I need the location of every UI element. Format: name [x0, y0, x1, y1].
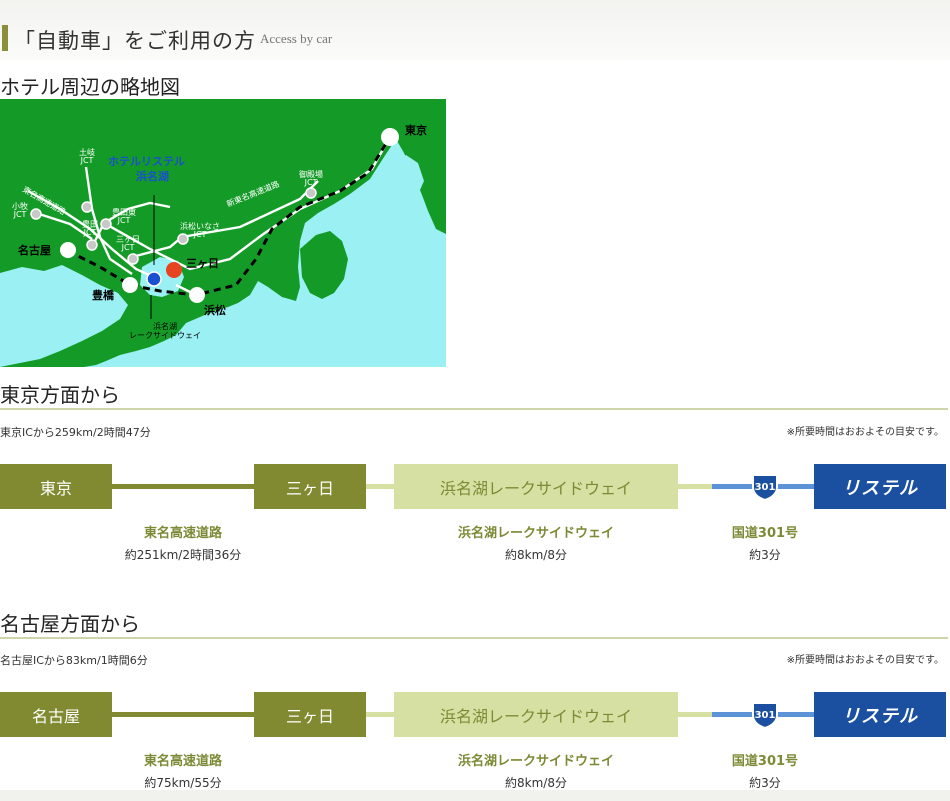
section-subtitle: Access by car — [260, 31, 333, 46]
route-seg2-detail: 約8km/8分 — [505, 548, 567, 562]
route-seg2-detail: 約8km/8分 — [505, 776, 567, 790]
map-label-lakeside-1: 浜名湖 — [153, 321, 177, 331]
route-301-number: 301 — [755, 710, 776, 721]
route-line-pale-2 — [678, 712, 712, 717]
area-map: 東京 名古屋 豊橋 浜松 三ヶ日 ホテルリステル 浜名湖 土岐 JCT 小牧 J… — [0, 99, 446, 367]
route-mid: 三ヶ日 — [254, 464, 366, 509]
route-seg2-name: 浜名湖レークサイドウェイ — [457, 526, 614, 541]
route-line-pale — [366, 712, 394, 717]
hotel-marker — [146, 271, 162, 287]
toyohashi-marker — [122, 277, 138, 293]
route-divider — [0, 637, 948, 639]
route-seg1: 東名高速道路 約75km/55分 — [88, 750, 278, 791]
map-label-nagoya: 名古屋 — [18, 243, 51, 257]
route-divider — [0, 408, 948, 410]
map-label-mikkabi: 三ヶ日 — [186, 257, 219, 270]
route-start: 東京 — [0, 464, 112, 509]
map-label-tokyo: 東京 — [405, 123, 427, 137]
route-seg1-name: 東名高速道路 — [143, 754, 222, 769]
route-dest: リステル — [814, 692, 946, 737]
route-seg2: 浜名湖レークサイドウェイ 約8km/8分 — [426, 750, 646, 791]
route-seg1-name: 東名高速道路 — [143, 526, 222, 541]
map-label-komaki-2: JCT — [13, 210, 27, 219]
route-lakeside: 浜名湖レークサイドウェイ — [394, 692, 678, 737]
route-seg1: 東名高速道路 約251km/2時間36分 — [88, 522, 278, 563]
route-seg3: 国道301号 約3分 — [705, 750, 825, 791]
map-label-toyota-2: JCT — [83, 228, 97, 237]
map-title: ホテル周辺の略地図 — [0, 75, 180, 99]
route-301-shield-icon: 301 — [752, 702, 778, 729]
route-total: 東京ICから259km/2時間47分 — [0, 426, 151, 439]
route-seg3-detail: 約3分 — [749, 548, 781, 562]
route-lakeside: 浜名湖レークサイドウェイ — [394, 464, 678, 509]
section-header: 「自動車」をご利用の方 Access by car — [0, 0, 950, 60]
route-301-number: 301 — [755, 482, 776, 493]
section-title: 「自動車」をご利用の方 — [14, 29, 256, 53]
map-label-inasa-2: JCT — [193, 230, 207, 239]
map-label-toki-2: JCT — [80, 156, 94, 165]
header-accent-bar — [2, 25, 8, 51]
route-seg3-name: 国道301号 — [731, 526, 799, 541]
route-seg3-name: 国道301号 — [731, 754, 799, 769]
map-label-hotel-1: ホテルリステル — [108, 155, 185, 168]
route-note: ※所要時間はおおよその目安です。 — [786, 655, 944, 666]
nagoya-marker — [60, 242, 76, 258]
tokyo-marker — [381, 128, 399, 146]
route-dest: リステル — [814, 464, 946, 509]
map-label-toyohashi: 豊橋 — [92, 288, 115, 302]
route-seg1-detail: 約75km/55分 — [144, 776, 222, 790]
map-label-gotemba-2: JCT — [304, 178, 318, 187]
route-note: ※所要時間はおおよその目安です。 — [786, 427, 944, 438]
route-start: 名古屋 — [0, 692, 112, 737]
map-label-mikkabi-jct-2: JCT — [121, 243, 135, 252]
footer-band — [0, 790, 950, 801]
hamamatsu-marker — [189, 287, 205, 303]
route-301-shield-icon: 301 — [752, 474, 778, 501]
route-title: 名古屋方面から — [0, 612, 140, 636]
route-mid: 三ヶ日 — [254, 692, 366, 737]
route-line-tomei — [112, 712, 254, 717]
route-seg2-name: 浜名湖レークサイドウェイ — [457, 754, 614, 769]
route-line-pale — [366, 484, 394, 489]
route-title: 東京方面から — [0, 383, 120, 407]
map-label-lakeside-2: レークサイドウェイ — [129, 331, 201, 340]
route-seg3: 国道301号 約3分 — [705, 522, 825, 563]
map-label-hamamatsu: 浜松 — [204, 303, 226, 317]
route-seg2: 浜名湖レークサイドウェイ 約8km/8分 — [426, 522, 646, 563]
map-label-hotel-2: 浜名湖 — [136, 169, 169, 183]
route-seg1-detail: 約251km/2時間36分 — [124, 548, 242, 562]
mikkabi-marker — [166, 262, 182, 278]
route-line-pale-2 — [678, 484, 712, 489]
map-label-toyotahigashi-2: JCT — [117, 216, 131, 225]
route-seg3-detail: 約3分 — [749, 776, 781, 790]
route-line-tomei — [112, 484, 254, 489]
route-total: 名古屋ICから83km/1時間6分 — [0, 654, 148, 667]
